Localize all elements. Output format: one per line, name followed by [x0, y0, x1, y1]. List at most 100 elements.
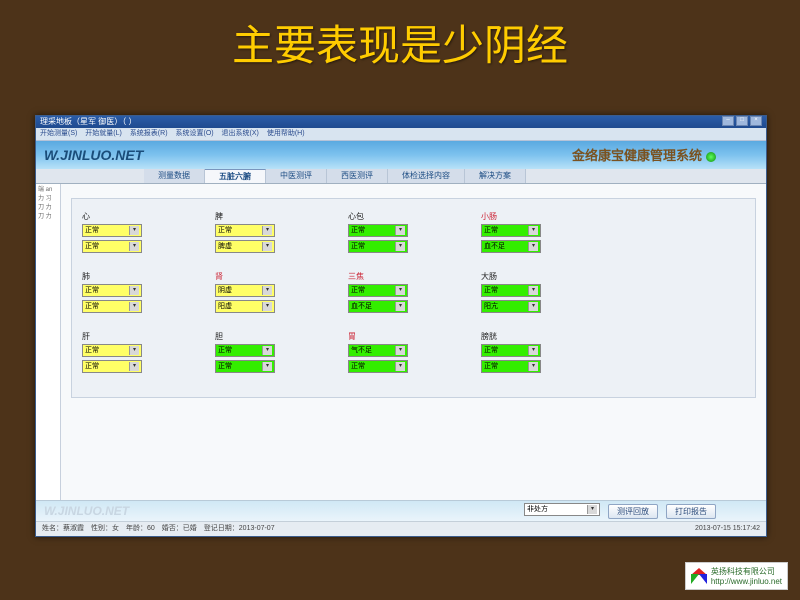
tab-exam-content[interactable]: 体检选择内容: [388, 169, 465, 183]
company-footer: 英扬科技有限公司 http://www.jinluo.net: [685, 562, 788, 590]
window-controls: – □ ×: [722, 116, 762, 128]
chevron-down-icon: ▾: [129, 302, 139, 311]
chevron-down-icon: ▾: [129, 362, 139, 371]
organ-combo[interactable]: 正常 ▾: [215, 360, 275, 373]
combo-value: 正常: [218, 361, 232, 372]
organ-label: 肾: [215, 271, 330, 282]
chevron-down-icon: ▾: [395, 286, 405, 295]
organ-combo[interactable]: 血不足 ▾: [481, 240, 541, 253]
company-url: http://www.jinluo.net: [711, 577, 782, 586]
cube-logo-icon: [691, 568, 707, 584]
organ-group-4: 肺正常 ▾ 正常 ▾: [82, 271, 197, 325]
organ-combo[interactable]: 正常 ▾: [82, 360, 142, 373]
organ-group-7: 大肠正常 ▾ 阳亢 ▾: [481, 271, 596, 325]
organ-combo[interactable]: 正常▾: [481, 360, 541, 373]
chevron-down-icon: ▾: [395, 346, 405, 355]
combo-value: 正常: [85, 241, 99, 252]
maximize-button[interactable]: □: [736, 116, 748, 126]
organ-combo[interactable]: 正常 ▾: [348, 224, 408, 237]
combo-value: 正常: [85, 345, 99, 356]
organ-combo[interactable]: 正常▾: [82, 344, 142, 357]
status-patient-info: 姓名：蔡淑霞 性别：女 年龄：60 婚否：已婚 登记日期：2013-07-07: [42, 522, 275, 536]
chevron-down-icon: ▾: [528, 286, 538, 295]
organ-label: 心: [82, 211, 197, 222]
chevron-down-icon: ▾: [262, 226, 272, 235]
status-datetime: 2013-07-15 15:17:42: [695, 522, 760, 536]
organ-group-11: 膀胱正常▾正常▾: [481, 331, 596, 385]
combo-value: 正常: [351, 225, 365, 236]
chevron-down-icon: ▾: [395, 226, 405, 235]
combo-value: 正常: [484, 285, 498, 296]
review-button[interactable]: 测评回放: [608, 504, 658, 519]
organ-combo[interactable]: 正常▾: [82, 224, 142, 237]
organ-combo[interactable]: 阳亢 ▾: [481, 300, 541, 313]
chevron-down-icon: ▾: [262, 362, 272, 371]
tab-western-eval[interactable]: 西医测评: [327, 169, 388, 183]
chevron-down-icon: ▾: [528, 302, 538, 311]
combo-value: 正常: [85, 301, 99, 312]
combo-value: 正常: [351, 241, 365, 252]
organ-combo[interactable]: 正常 ▾: [481, 284, 541, 297]
minimize-button[interactable]: –: [722, 116, 734, 126]
organ-combo[interactable]: 气不足▾: [348, 344, 408, 357]
organ-group-8: 肝正常▾正常▾: [82, 331, 197, 385]
combo-value: 正常: [484, 345, 498, 356]
tab-measure-data[interactable]: 测量数据: [144, 169, 205, 183]
header-banner: W.JINLUO.NET 金络康宝健康管理系统: [36, 141, 766, 169]
organ-combo[interactable]: 正常 ▾: [348, 284, 408, 297]
organ-group-5: 肾阴虚▾ 阳虚▾: [215, 271, 330, 325]
chevron-down-icon: ▾: [129, 286, 139, 295]
organ-label: 胃: [348, 331, 463, 342]
menu-settings[interactable]: 系统设置(O): [175, 130, 213, 137]
combo-value: 血不足: [484, 241, 505, 252]
organ-combo[interactable]: 阳虚▾: [215, 300, 275, 313]
menu-start-measure2[interactable]: 开始就量(L): [85, 130, 122, 137]
organ-combo[interactable]: 正常▾: [481, 224, 541, 237]
organ-combo[interactable]: 正常▾: [82, 240, 142, 253]
organ-label: 脾: [215, 211, 330, 222]
system-name: 金络康宝健康管理系统: [572, 145, 716, 164]
chevron-down-icon: ▾: [528, 346, 538, 355]
combo-value: 阳亢: [484, 301, 498, 312]
slide-title: 主要表现是少阴经: [0, 0, 800, 81]
combo-value: 正常: [85, 285, 99, 296]
window-titlebar: 理采地板（星军 御医）（ ） – □ ×: [36, 116, 766, 128]
menu-start-measure[interactable]: 开始测量(S): [40, 130, 77, 137]
combo-value: 正常: [484, 225, 498, 236]
organ-combo[interactable]: 正常▾: [215, 224, 275, 237]
bottom-banner: W.JINLUO.NET 非处方▾ 测评回放 打印报告: [36, 500, 766, 521]
organ-combo[interactable]: 阴虚▾: [215, 284, 275, 297]
tab-tcm-eval[interactable]: 中医测评: [266, 169, 327, 183]
tab-organs[interactable]: 五脏六腑: [205, 169, 266, 183]
combo-value: 正常: [85, 361, 99, 372]
organ-label: 肺: [82, 271, 197, 282]
left-sidebar: 端 an 力 习 刀 力 刀 力: [36, 184, 61, 500]
prescription-select[interactable]: 非处方▾: [524, 503, 600, 516]
print-button[interactable]: 打印报告: [666, 504, 716, 519]
tab-spacer: [36, 169, 144, 183]
form-area: 心正常▾正常▾脾正常▾脾虚▾心包正常▾正常▾小肠正常▾血不足▾肺正常▾正常▾肾阴…: [61, 184, 766, 500]
organ-label: 肝: [82, 331, 197, 342]
menu-exit[interactable]: 退出系统(X): [222, 130, 259, 137]
chevron-down-icon: ▾: [395, 362, 405, 371]
organ-label: 大肠: [481, 271, 596, 282]
tab-bar: 测量数据 五脏六腑 中医测评 西医测评 体检选择内容 解决方案: [36, 169, 766, 184]
chevron-down-icon: ▾: [528, 242, 538, 251]
organ-group-1: 脾正常▾ 脾虚▾: [215, 211, 330, 265]
organ-combo[interactable]: 正常▾: [348, 360, 408, 373]
organ-combo[interactable]: 正常▾: [215, 344, 275, 357]
close-button[interactable]: ×: [750, 116, 762, 126]
menu-reports[interactable]: 系统报表(R): [130, 130, 168, 137]
organ-combo[interactable]: 正常 ▾: [481, 344, 541, 357]
menu-help[interactable]: 使用帮助(H): [267, 130, 305, 137]
organ-combo[interactable]: 脾虚▾: [215, 240, 275, 253]
company-name: 英扬科技有限公司: [711, 566, 782, 577]
combo-value: 正常: [351, 285, 365, 296]
organ-combo[interactable]: 正常▾: [348, 240, 408, 253]
tab-solutions[interactable]: 解决方案: [465, 169, 526, 183]
status-bar: 姓名：蔡淑霞 性别：女 年龄：60 婚否：已婚 登记日期：2013-07-07 …: [36, 521, 766, 536]
organ-combo[interactable]: 正常 ▾: [82, 284, 142, 297]
combo-value: 阳虚: [218, 301, 232, 312]
organ-combo[interactable]: 正常 ▾: [82, 300, 142, 313]
organ-combo[interactable]: 血不足▾: [348, 300, 408, 313]
